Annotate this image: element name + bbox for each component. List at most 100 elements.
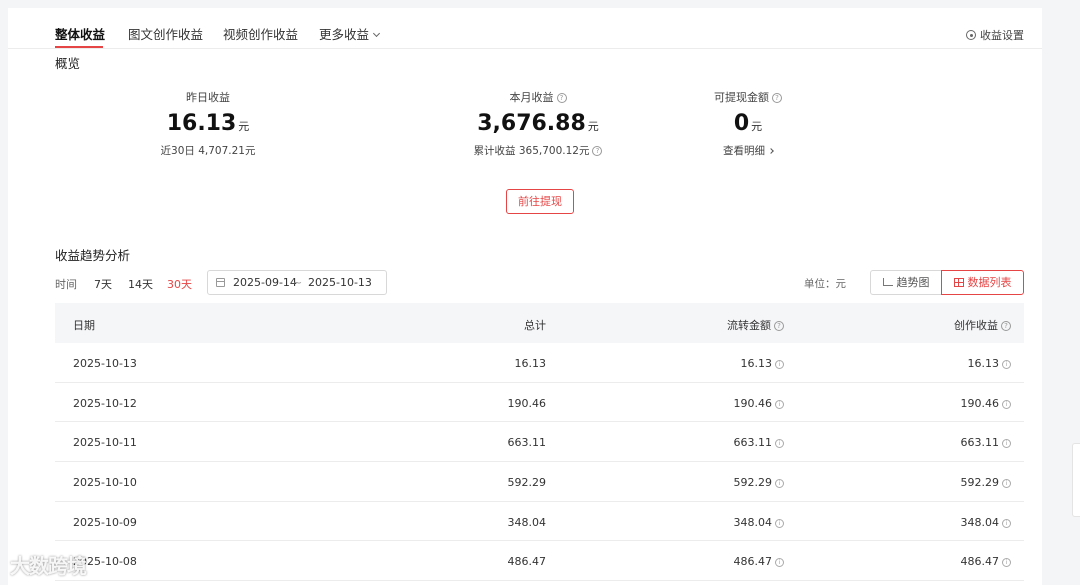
cell-total-value: 486.47	[507, 555, 547, 569]
data-list-button[interactable]: 数据列表	[941, 270, 1024, 295]
range-7d[interactable]: 7天	[94, 276, 112, 292]
settings-label: 收益设置	[980, 29, 1024, 42]
info-icon[interactable]: i	[775, 518, 784, 528]
table-body: 2025-10-13 16.13 16.13 i 16.13 i 2025-10-12 190…	[55, 343, 1024, 582]
table-row: 2025-10-13 16.13 16.13 i 16.13 i	[55, 343, 1024, 383]
calendar-icon	[216, 278, 225, 287]
income-settings-link[interactable]: 收益设置	[966, 27, 1024, 43]
cell-creation-income-value: 486.47	[960, 555, 1000, 569]
cell-date-value: 2025-10-10	[73, 476, 137, 490]
cell-flow-amount: 592.29 i	[733, 476, 784, 490]
cell-total: 486.47	[508, 555, 547, 568]
cell-date-value: 2025-10-13	[73, 357, 137, 370]
info-icon[interactable]: i	[775, 558, 784, 568]
data-list-label: 数据列表	[967, 276, 1012, 289]
help-icon[interactable]: ?	[592, 146, 603, 156]
info-icon[interactable]: i	[1002, 439, 1011, 449]
cell-creation-income-value: 16.13	[967, 357, 1000, 370]
info-icon[interactable]: i	[775, 479, 784, 489]
chevron-down-icon	[372, 29, 381, 38]
month-income-label: 本月收益?	[458, 89, 618, 105]
date-start: 2025-09-14	[233, 276, 297, 289]
cell-date-value: 2025-10-11	[73, 436, 137, 450]
help-icon[interactable]: ?	[1001, 321, 1011, 331]
info-icon[interactable]: i	[1002, 558, 1011, 568]
trend-title: 收益趋势分析	[55, 248, 131, 263]
cell-date: 2025-10-11	[73, 436, 137, 449]
trend-chart-label: 趋势图	[896, 276, 930, 289]
withdrawable-unit: 元	[751, 120, 763, 133]
cell-flow-amount-value: 486.47	[733, 555, 773, 569]
tab-more-income[interactable]: 更多收益	[319, 24, 381, 43]
range-14d[interactable]: 14天	[128, 276, 153, 292]
cell-flow-amount-value: 592.29	[733, 476, 773, 490]
line-chart-icon	[882, 278, 893, 286]
yesterday-income-stat: 昨日收益 16.13 元 近30日 4,707.21元	[138, 89, 278, 158]
info-icon[interactable]: i	[775, 439, 784, 449]
cell-creation-income-value: 348.04	[960, 515, 1000, 529]
cell-date: 2025-10-10	[73, 476, 137, 489]
trend-chart-button[interactable]: 趋势图	[870, 270, 942, 295]
yesterday-income-value: 16.13 元	[138, 111, 278, 136]
tab-video-income[interactable]: 视频创作收益	[223, 24, 298, 43]
help-icon[interactable]: ?	[772, 93, 782, 103]
cell-date: 2025-10-09	[73, 516, 137, 529]
yesterday-income-label: 昨日收益	[186, 91, 230, 104]
side-drawer-handle[interactable]	[1072, 443, 1080, 517]
cell-creation-income-value: 592.29	[960, 476, 1000, 490]
cell-date: 2025-10-12	[73, 397, 137, 410]
cell-total: 190.46	[508, 397, 547, 410]
info-icon[interactable]: i	[1002, 518, 1011, 528]
header-creation-income-text: 创作收益	[954, 319, 998, 332]
table-row: 2025-10-11 663.11 663.11 i 663.11 i	[55, 422, 1024, 463]
withdrawable-stat: 可提现金额? 0元 查看明细	[688, 89, 808, 158]
info-icon[interactable]: i	[1002, 479, 1011, 489]
cell-creation-income-value: 190.46	[960, 396, 1000, 410]
withdrawable-number: 0	[733, 111, 750, 136]
last30-income: 近30日 4,707.21元	[160, 145, 256, 157]
date-range-picker[interactable]: 2025-09-14 ~ 2025-10-13	[207, 270, 387, 295]
table-icon	[953, 278, 964, 287]
cell-total-value: 348.04	[507, 515, 547, 529]
cell-flow-amount-value: 663.11	[733, 436, 773, 450]
tab-article-income[interactable]: 图文创作收益	[128, 24, 203, 43]
gear-icon	[966, 30, 976, 40]
cell-total-value: 663.11	[507, 436, 547, 450]
table-row: 2025-10-09 348.04 348.04 i 348.04 i	[55, 502, 1024, 542]
table-row: 2025-10-08 486.47 486.47 i 486.47 i	[55, 541, 1024, 582]
range-30d[interactable]: 30天	[167, 276, 192, 292]
watermark-logo: 大数跨境	[10, 554, 87, 578]
cell-flow-amount-value: 348.04	[733, 515, 773, 529]
overview-title: 概览	[55, 56, 81, 71]
tab-bar: 整体收益 图文创作收益 视频创作收益 更多收益 收益设置	[8, 8, 1042, 49]
cell-total-value: 592.29	[507, 476, 547, 490]
info-icon[interactable]: i	[1002, 360, 1011, 369]
yesterday-income-number: 16.13	[166, 111, 237, 136]
cell-creation-income: 486.47 i	[960, 555, 1011, 569]
table-header: 日期 总计 流转金额? 创作收益?	[55, 303, 1024, 343]
help-icon[interactable]: ?	[556, 93, 567, 103]
cell-flow-amount: 16.13 i	[740, 357, 784, 370]
info-icon[interactable]: i	[1002, 399, 1011, 409]
cell-creation-income-value: 663.11	[960, 436, 1000, 450]
month-income-value: 3,676.88 元	[458, 111, 618, 136]
withdrawable-value: 0元	[688, 111, 808, 136]
cell-creation-income: 348.04 i	[960, 515, 1011, 529]
view-details-link[interactable]: 查看明细	[688, 143, 808, 158]
date-separator: ~	[293, 276, 303, 289]
cell-flow-amount-value: 16.13	[740, 357, 773, 370]
cell-total-value: 16.13	[514, 357, 547, 370]
help-icon[interactable]: ?	[774, 321, 784, 331]
cell-creation-income: 16.13 i	[967, 357, 1011, 370]
info-icon[interactable]: i	[775, 399, 784, 409]
cell-flow-amount: 190.46 i	[734, 397, 784, 410]
cell-creation-income: 190.46 i	[960, 396, 1011, 410]
withdraw-button[interactable]: 前往提现	[506, 189, 574, 214]
chevron-right-icon	[768, 148, 774, 154]
info-icon[interactable]: i	[775, 360, 784, 369]
date-end: 2025-10-13	[308, 276, 372, 289]
view-details-label: 查看明细	[723, 145, 765, 157]
unit-label: 单位：元	[804, 278, 846, 290]
tab-overall-income[interactable]: 整体收益	[55, 24, 105, 43]
income-panel: 整体收益 图文创作收益 视频创作收益 更多收益 收益设置 概览 昨日收益 16.…	[8, 8, 1042, 585]
